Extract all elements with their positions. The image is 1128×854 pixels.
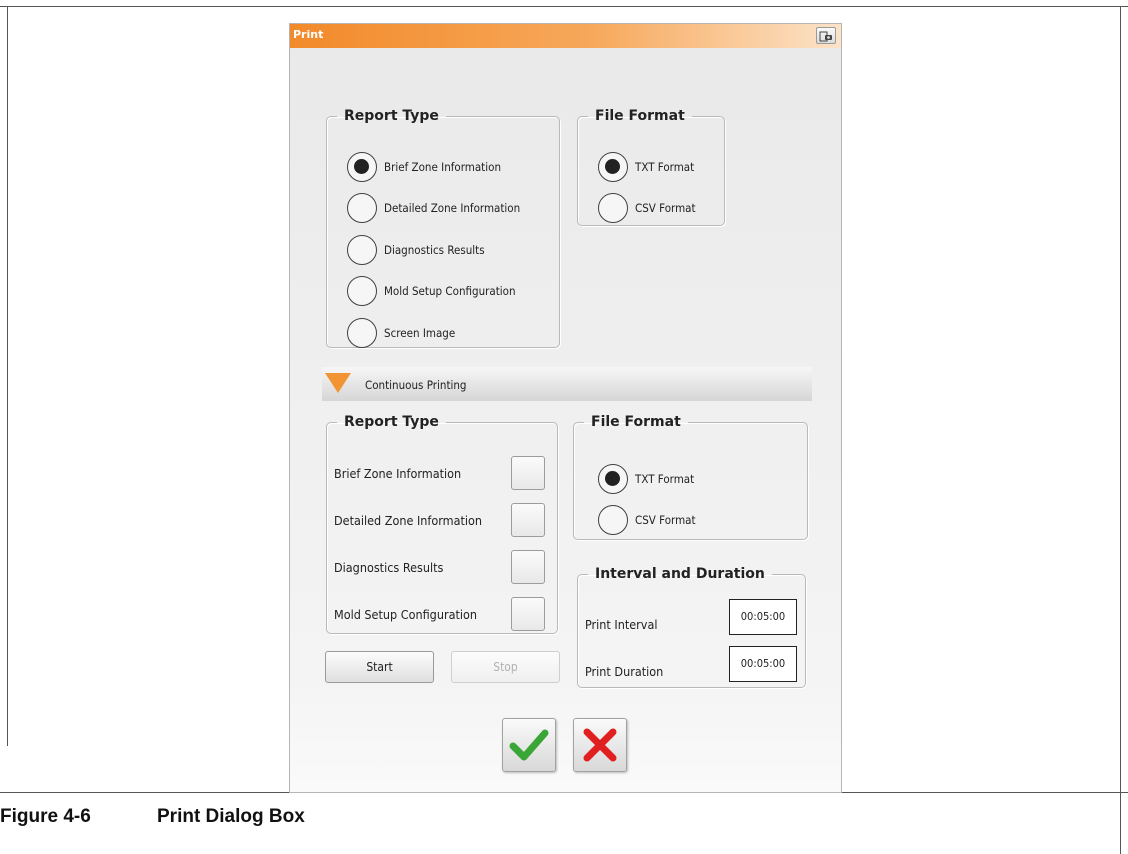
expand-triangle-icon: [325, 373, 351, 393]
checkbox-row-diagnostics-results: Diagnostics Results: [327, 550, 552, 586]
print-duration-field[interactable]: 00:05:00: [729, 646, 797, 682]
radio-label: TXT Format: [635, 160, 695, 174]
radio-label: Screen Image: [384, 326, 456, 340]
checkbox-row-mold-setup-configuration: Mold Setup Configuration: [327, 597, 552, 633]
cancel-button[interactable]: [573, 718, 627, 772]
radio-brief-zone-information[interactable]: Brief Zone Information: [347, 152, 547, 186]
checkmark-icon: [509, 729, 549, 761]
figure-number: Figure 4-6: [0, 806, 91, 827]
screenshot-camera-button[interactable]: [816, 27, 836, 44]
ok-button[interactable]: [502, 718, 556, 772]
checkbox-label: Detailed Zone Information: [334, 513, 483, 528]
radio-diagnostics-results[interactable]: Diagnostics Results: [347, 235, 547, 269]
radio-indicator: [598, 464, 628, 494]
radio-indicator: [598, 152, 628, 182]
radio-label: Brief Zone Information: [384, 160, 501, 174]
radio-indicator: [347, 276, 377, 306]
print-interval-field[interactable]: 00:05:00: [729, 599, 797, 635]
continuous-printing-toggle[interactable]: Continuous Printing: [322, 367, 812, 401]
file-format-legend: File Format: [595, 108, 685, 124]
radio-csv-format[interactable]: CSV Format: [598, 193, 713, 227]
checkbox-diagnostics-results[interactable]: [511, 550, 545, 584]
file-format-group: File Format TXT Format CSV Format: [577, 108, 725, 226]
print-duration-row: Print Duration 00:05:00: [578, 646, 803, 686]
checkbox-detailed-zone-information[interactable]: [511, 503, 545, 537]
radio-detailed-zone-information[interactable]: Detailed Zone Information: [347, 193, 547, 227]
print-interval-label: Print Interval: [585, 617, 658, 632]
page-frame-left-rule: [7, 6, 8, 746]
close-x-icon: [583, 728, 617, 762]
continuous-file-format-legend: File Format: [591, 414, 681, 430]
radio-continuous-txt-format[interactable]: TXT Format: [598, 464, 748, 498]
radio-label: CSV Format: [635, 201, 696, 215]
radio-continuous-csv-format[interactable]: CSV Format: [598, 505, 748, 539]
radio-indicator: [347, 193, 377, 223]
start-button[interactable]: Start: [325, 651, 434, 683]
page-frame-top-rule: [0, 6, 1128, 7]
continuous-report-type-group: Report Type Brief Zone Information Detai…: [326, 414, 558, 634]
checkbox-row-detailed-zone-information: Detailed Zone Information: [327, 503, 552, 539]
radio-label: Diagnostics Results: [384, 243, 485, 257]
checkbox-label: Diagnostics Results: [334, 560, 444, 575]
continuous-report-type-legend: Report Type: [344, 414, 439, 430]
checkbox-brief-zone-information[interactable]: [511, 456, 545, 490]
dialog-title: Print: [293, 28, 324, 41]
interval-duration-group: Interval and Duration Print Interval 00:…: [577, 566, 806, 688]
print-interval-row: Print Interval 00:05:00: [578, 599, 803, 639]
stop-button[interactable]: Stop: [451, 651, 560, 683]
radio-txt-format[interactable]: TXT Format: [598, 152, 713, 186]
interval-duration-legend: Interval and Duration: [595, 566, 765, 582]
radio-mold-setup-configuration[interactable]: Mold Setup Configuration: [347, 276, 547, 310]
figure-title: Print Dialog Box: [157, 806, 305, 827]
radio-label: Detailed Zone Information: [384, 201, 521, 215]
continuous-printing-label: Continuous Printing: [365, 378, 467, 392]
radio-indicator: [598, 505, 628, 535]
page-frame-right-rule: [1120, 6, 1121, 854]
report-type-legend: Report Type: [344, 108, 439, 124]
radio-indicator: [347, 235, 377, 265]
checkbox-row-brief-zone-information: Brief Zone Information: [327, 456, 552, 492]
print-duration-label: Print Duration: [585, 664, 664, 679]
checkbox-label: Mold Setup Configuration: [334, 607, 477, 622]
radio-indicator: [347, 318, 377, 348]
checkbox-mold-setup-configuration[interactable]: [511, 597, 545, 631]
radio-indicator: [347, 152, 377, 182]
radio-indicator: [598, 193, 628, 223]
checkbox-label: Brief Zone Information: [334, 466, 462, 481]
report-type-group: Report Type Brief Zone Information Detai…: [326, 108, 560, 348]
screenshot-camera-icon: [819, 31, 832, 42]
radio-label: Mold Setup Configuration: [384, 284, 516, 298]
print-dialog: Print Report Type Brief Zone Information…: [289, 23, 842, 793]
radio-label: CSV Format: [635, 513, 696, 527]
continuous-file-format-group: File Format TXT Format CSV Format: [573, 414, 808, 540]
radio-screen-image[interactable]: Screen Image: [347, 318, 547, 352]
dialog-titlebar: Print: [290, 24, 841, 48]
radio-label: TXT Format: [635, 472, 695, 486]
